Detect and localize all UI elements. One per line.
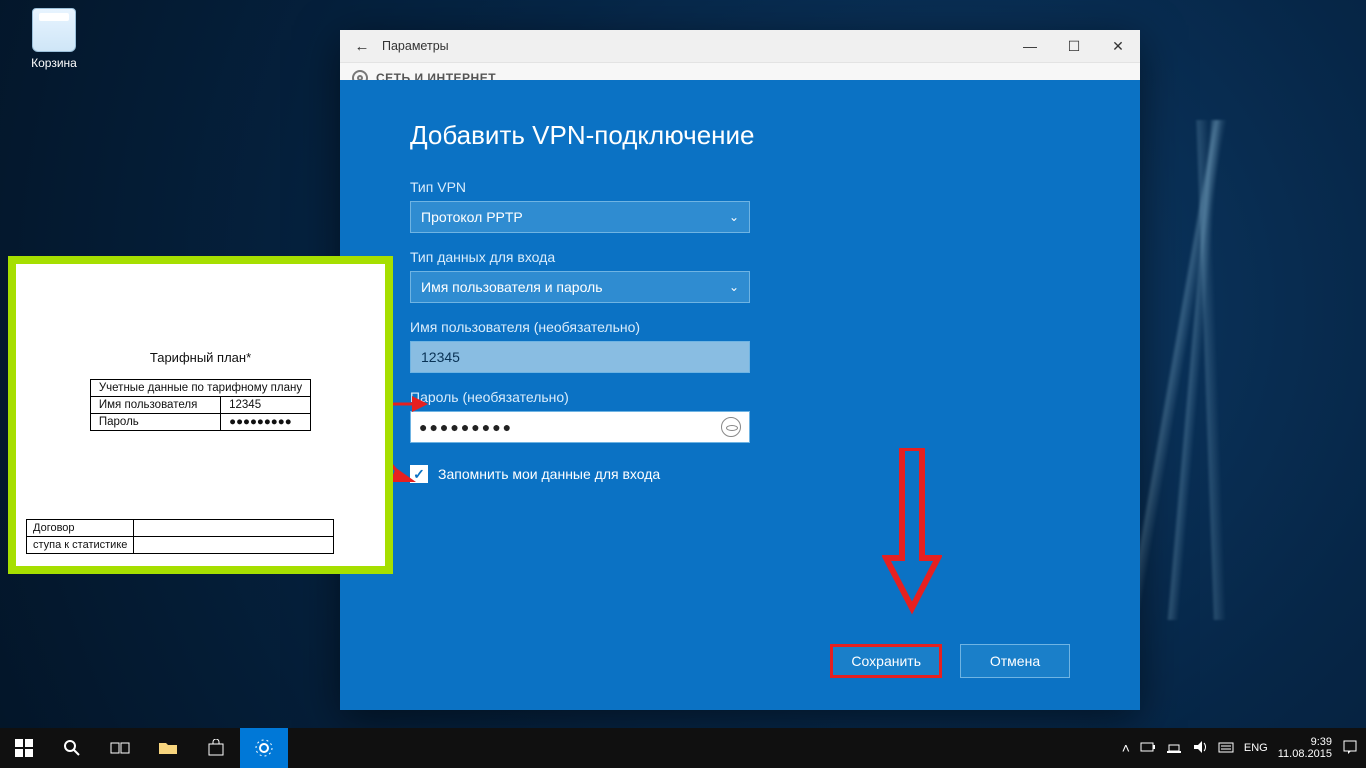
battery-icon[interactable] xyxy=(1140,739,1156,758)
doc-cred-pass-value: ●●●●●●●●● xyxy=(221,414,311,431)
recycle-bin-icon[interactable]: Корзина xyxy=(18,8,90,70)
file-explorer-button[interactable] xyxy=(144,728,192,768)
maximize-button[interactable]: ☐ xyxy=(1052,30,1096,62)
start-button[interactable] xyxy=(0,728,48,768)
settings-window: ← Параметры — ☐ ✕ СЕТЬ И ИНТЕРНЕТ Добави… xyxy=(340,30,1140,710)
username-input[interactable]: 12345 xyxy=(410,341,750,373)
auth-type-label: Тип данных для входа xyxy=(410,249,1070,265)
recycle-bin-glyph xyxy=(32,8,76,52)
system-tray: ENG 9:39 11.08.2015 xyxy=(1122,736,1366,760)
password-label: Пароль (необязательно) xyxy=(410,389,1070,405)
doc-cred-user-label: Имя пользователя xyxy=(90,397,220,414)
settings-taskbar-button[interactable] xyxy=(240,728,288,768)
reveal-password-icon[interactable] xyxy=(721,417,741,437)
search-button[interactable] xyxy=(48,728,96,768)
network-icon[interactable] xyxy=(1166,739,1182,758)
doc-bottom-table: Договор ступа к статистике xyxy=(26,519,334,554)
remember-checkbox[interactable]: ✓ Запомнить мои данные для входа xyxy=(410,465,1070,483)
window-title: Параметры xyxy=(378,39,1008,53)
vpn-type-value: Протокол PPTP xyxy=(421,209,523,225)
doc-row-contract: Договор xyxy=(27,520,134,537)
doc-plan-title: Тарифный план* xyxy=(26,350,375,365)
cancel-button[interactable]: Отмена xyxy=(960,644,1070,678)
clock-time: 9:39 xyxy=(1278,736,1332,748)
panel-heading: Добавить VPN-подключение xyxy=(410,120,1070,151)
search-icon xyxy=(63,739,81,757)
minimize-button[interactable]: — xyxy=(1008,30,1052,62)
titlebar: ← Параметры — ☐ ✕ xyxy=(340,30,1140,62)
folder-icon xyxy=(158,740,178,756)
doc-row-stats: ступа к статистике xyxy=(27,537,134,554)
doc-cred-pass-label: Пароль xyxy=(90,414,220,431)
language-indicator[interactable]: ENG xyxy=(1244,742,1268,754)
doc-cred-user-value: 12345 xyxy=(221,397,311,414)
tray-overflow-icon[interactable] xyxy=(1122,740,1130,756)
action-center-icon[interactable] xyxy=(1342,739,1358,758)
recycle-bin-label: Корзина xyxy=(18,56,90,70)
password-input[interactable]: ●●●●●●●●● xyxy=(410,411,750,443)
task-view-icon xyxy=(110,740,130,756)
vpn-type-select[interactable]: Протокол PPTP ⌄ xyxy=(410,201,750,233)
chevron-down-icon: ⌄ xyxy=(729,210,739,224)
back-button[interactable]: ← xyxy=(346,38,378,55)
volume-icon[interactable] xyxy=(1192,739,1208,758)
username-label: Имя пользователя (необязательно) xyxy=(410,319,1070,335)
remember-label: Запомнить мои данные для входа xyxy=(438,466,660,482)
close-button[interactable]: ✕ xyxy=(1096,30,1140,62)
auth-type-value: Имя пользователя и пароль xyxy=(421,279,603,295)
task-view-button[interactable] xyxy=(96,728,144,768)
clock[interactable]: 9:39 11.08.2015 xyxy=(1278,736,1332,760)
clock-date: 11.08.2015 xyxy=(1278,748,1332,760)
store-icon xyxy=(207,739,225,757)
chevron-down-icon: ⌄ xyxy=(729,280,739,294)
doc-cred-header: Учетные данные по тарифному плану xyxy=(90,380,310,397)
auth-type-select[interactable]: Имя пользователя и пароль ⌄ xyxy=(410,271,750,303)
store-button[interactable] xyxy=(192,728,240,768)
tariff-doc-overlay: Тарифный план* Учетные данные по тарифно… xyxy=(8,256,393,574)
username-value: 12345 xyxy=(421,349,460,365)
doc-credentials-table: Учетные данные по тарифному плану Имя по… xyxy=(90,379,311,431)
keyboard-icon[interactable] xyxy=(1218,739,1234,758)
gear-icon xyxy=(255,739,273,757)
annotation-arrow-down xyxy=(882,448,942,623)
add-vpn-panel: Добавить VPN-подключение Тип VPN Протоко… xyxy=(340,80,1140,710)
taskbar: ENG 9:39 11.08.2015 xyxy=(0,728,1366,768)
vpn-type-label: Тип VPN xyxy=(410,179,1070,195)
windows-logo-icon xyxy=(15,739,33,757)
password-masked: ●●●●●●●●● xyxy=(419,419,513,435)
save-button[interactable]: Сохранить xyxy=(830,644,942,678)
